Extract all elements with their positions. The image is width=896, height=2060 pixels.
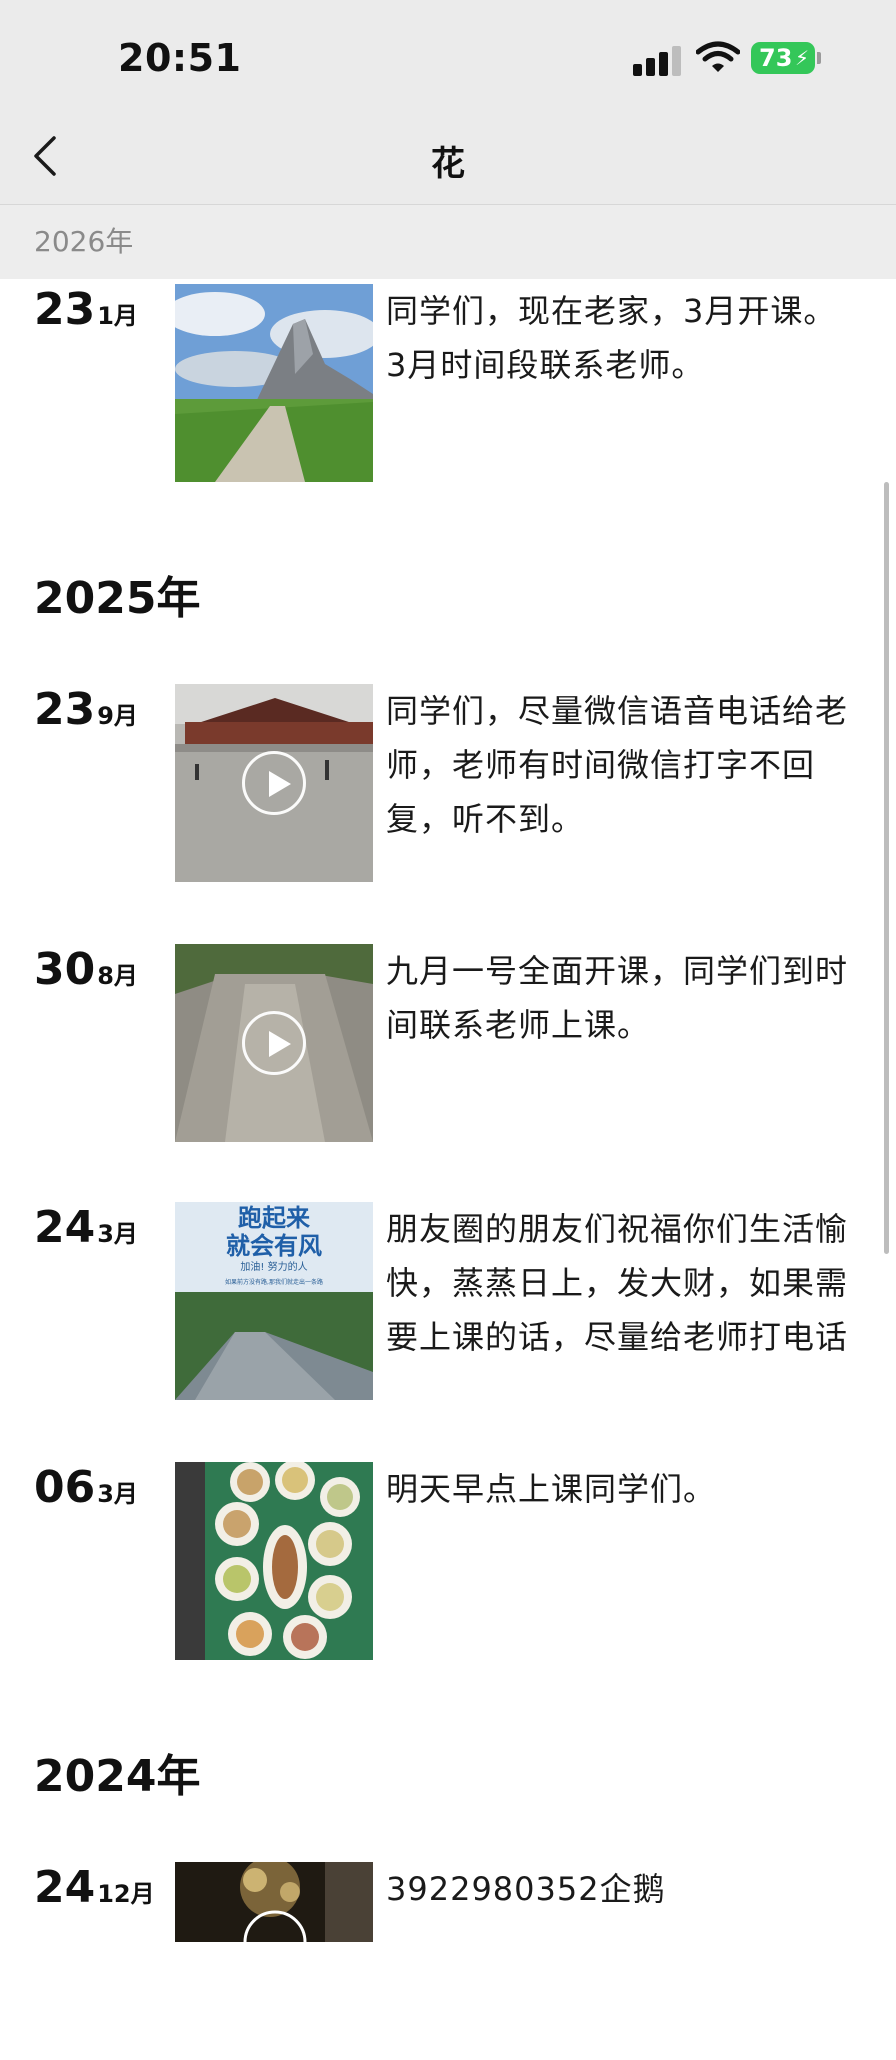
post-day: 24	[34, 1202, 96, 1253]
scrollbar[interactable]	[884, 482, 889, 1254]
post-text: 3922980352企鹅	[386, 1870, 666, 1908]
post-date: 308月	[34, 944, 138, 995]
image-headline-2: 就会有风	[226, 1232, 322, 1260]
post-date: 063月	[34, 1462, 138, 1513]
post-month: 8月	[97, 962, 138, 990]
wifi-icon	[696, 41, 740, 72]
year-heading: 2024年	[34, 1751, 201, 1802]
year-heading: 2025年	[34, 573, 201, 624]
post-text: 九月一号全面开课，同学们到时间联系老师上课。	[386, 952, 849, 1044]
post-date: 243月	[34, 1202, 138, 1253]
post-thumbnail[interactable]	[175, 284, 373, 482]
post-month: 9月	[97, 702, 138, 730]
post-text: 同学们，尽量微信语音电话给老师，老师有时间微信打字不回复，听不到。	[386, 692, 849, 838]
image-subline: 加油! 努力的人	[240, 1260, 307, 1273]
post-thumbnail[interactable]: 跑起来 就会有风 加油! 努力的人 如果前方没有路,那我们就走出一条路	[175, 1202, 373, 1400]
status-time: 20:51	[118, 36, 242, 80]
list-item[interactable]: 243月 跑起来 就会有风 加油! 努力的人 如果前方没有路,那我们就走出一条路…	[0, 1202, 896, 1400]
post-text: 朋友圈的朋友们祝福你们生活愉快，蒸蒸日上，发大财，如果需要上课的话，尽量给老师打…	[386, 1210, 849, 1356]
top-bar: 20:51 73 ⚡ 花	[0, 0, 896, 205]
sticky-year-header: 2026年	[0, 205, 896, 279]
post-month: 3月	[97, 1480, 138, 1508]
play-icon[interactable]	[242, 751, 306, 815]
post-month: 3月	[97, 1220, 138, 1248]
post-day: 23	[34, 284, 96, 335]
play-icon[interactable]	[242, 1011, 306, 1075]
post-date: 231月	[34, 284, 138, 335]
post-thumbnail[interactable]	[175, 1462, 373, 1660]
post-month: 1月	[97, 302, 138, 330]
signal-icon	[633, 46, 681, 76]
post-thumbnail[interactable]	[175, 684, 373, 882]
post-date: 239月	[34, 684, 138, 735]
list-item[interactable]: 308月 九月一号全面开课，同学们到时间联系老师上课。	[0, 944, 896, 1142]
list-item[interactable]: 2412月 3922980352企鹅	[0, 1862, 896, 2060]
charging-bolt-icon: ⚡	[794, 46, 809, 70]
list-item[interactable]: 239月 同学们，尽量微信语音电话给老师，老师有时间微信打字不回复，听不到。	[0, 684, 896, 882]
battery-cap	[817, 52, 821, 64]
post-thumbnail[interactable]	[175, 1862, 373, 1942]
battery-level: 73	[759, 44, 793, 72]
image-small-text: 如果前方没有路,那我们就走出一条路	[225, 1278, 323, 1286]
post-date: 2412月	[34, 1862, 155, 1913]
list-item[interactable]: 231月 同学们，现在老家，3月开课。3月时间段联系老师。	[0, 284, 896, 482]
post-text: 明天早点上课同学们。	[386, 1470, 717, 1508]
page-title: 花	[431, 144, 465, 184]
battery-icon: 73 ⚡	[751, 42, 815, 74]
post-day: 06	[34, 1462, 96, 1513]
image-headline-1: 跑起来	[238, 1204, 311, 1232]
list-item[interactable]: 063月 明天早点上课同学们。	[0, 1462, 896, 1660]
post-month: 12月	[97, 1880, 155, 1908]
post-day: 30	[34, 944, 96, 995]
post-text: 同学们，现在老家，3月开课。3月时间段联系老师。	[386, 292, 837, 384]
post-day: 24	[34, 1862, 96, 1913]
post-day: 23	[34, 684, 96, 735]
post-thumbnail[interactable]	[175, 944, 373, 1142]
